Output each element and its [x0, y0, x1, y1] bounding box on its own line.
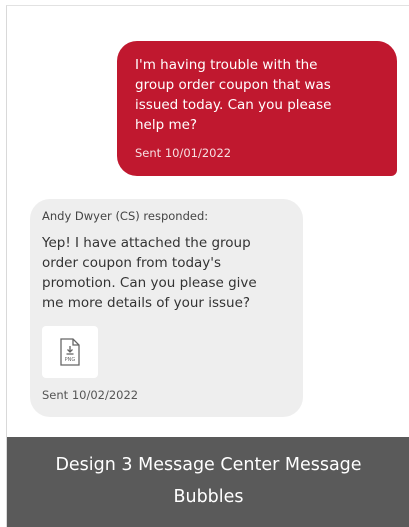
attachment-type-label: PNG	[65, 357, 76, 363]
figure-caption: Design 3 Message Center Message Bubbles	[7, 437, 409, 527]
sent-message-bubble: I'm having trouble with the group order …	[117, 41, 397, 176]
figure-frame: I'm having trouble with the group order …	[6, 5, 409, 527]
received-message-bubble: Andy Dwyer (CS) responded: Yep! I have a…	[30, 199, 303, 417]
png-file-icon: PNG	[60, 338, 80, 366]
png-attachment[interactable]: PNG	[42, 326, 98, 378]
received-message-timestamp: Sent 10/02/2022	[42, 388, 139, 402]
sent-message-text: I'm having trouble with the group order …	[135, 57, 332, 133]
received-message-text: Yep! I have attached the group order cou…	[42, 235, 257, 311]
responder-label: Andy Dwyer (CS) responded:	[42, 209, 209, 223]
sent-message-timestamp: Sent 10/01/2022	[135, 146, 232, 160]
message-center-screen: I'm having trouble with the group order …	[7, 6, 409, 437]
